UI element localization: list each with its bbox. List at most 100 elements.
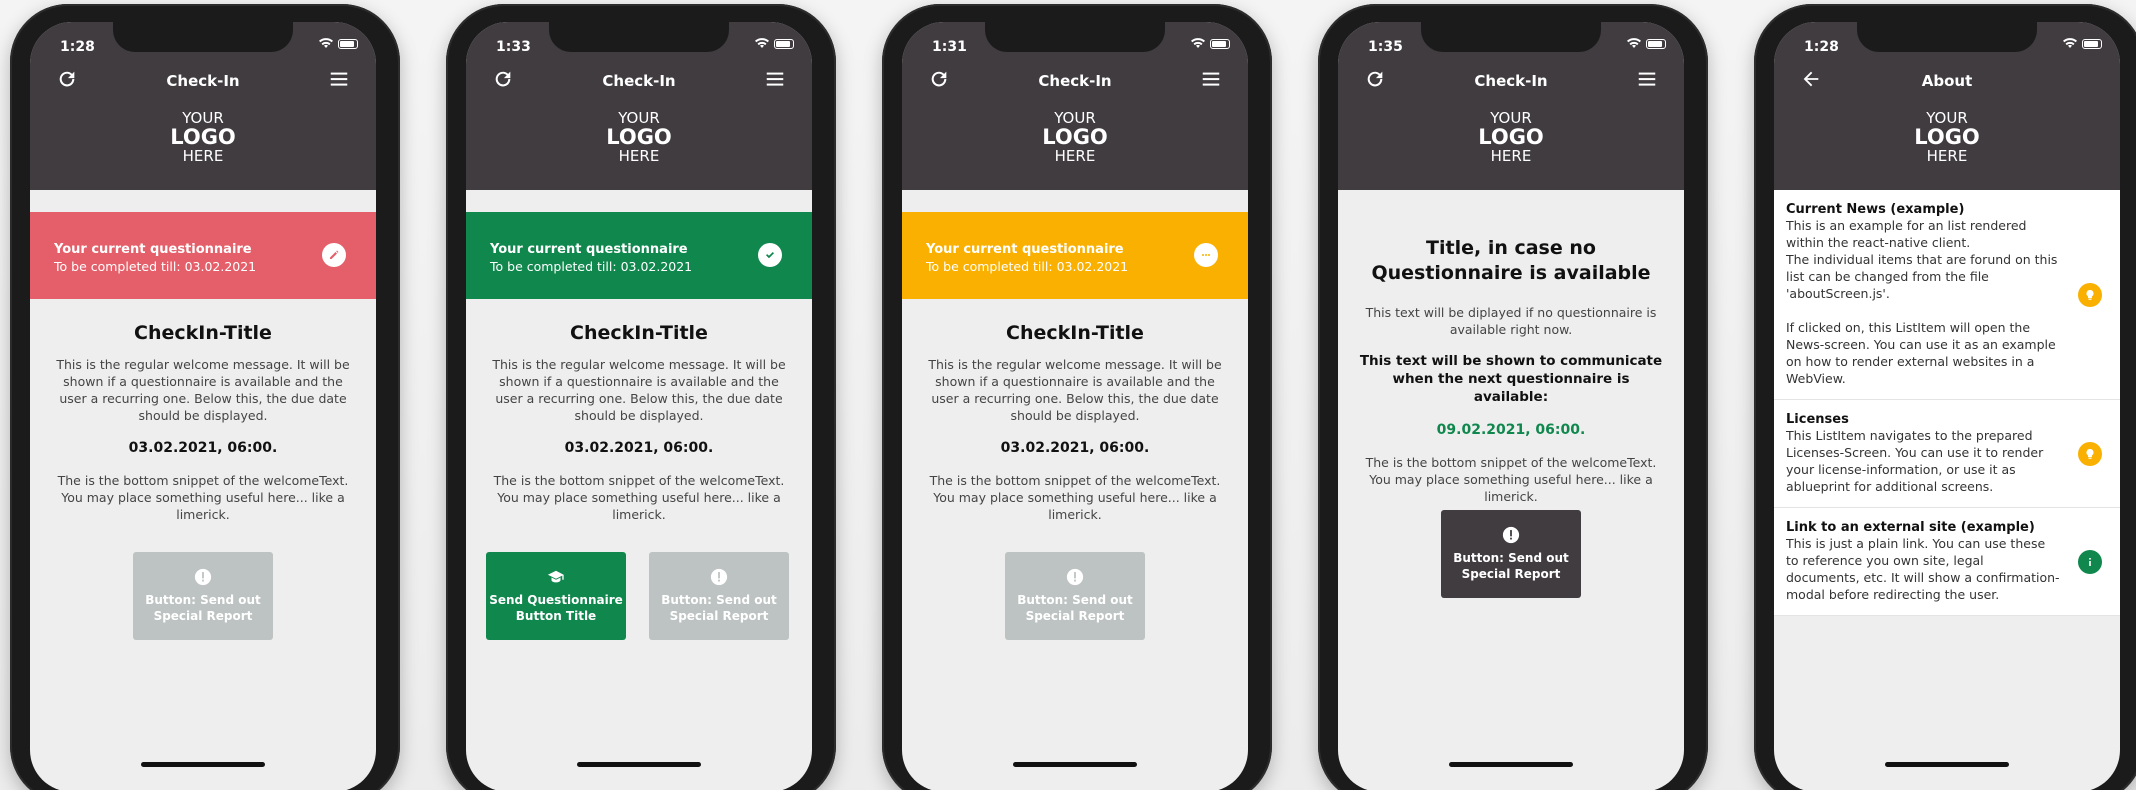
status-time: 1:28 xyxy=(60,39,95,55)
status-time: 1:35 xyxy=(1368,39,1403,55)
home-indicator xyxy=(577,762,701,767)
home-indicator xyxy=(141,762,265,767)
status-icons xyxy=(1190,38,1230,49)
bottom-text: The is the bottom snippet of the welcome… xyxy=(57,473,349,522)
screen: 1:31 Check-In YOUR LOGO HERE Your curren… xyxy=(902,22,1248,790)
list-item-title: Current News (example) xyxy=(1786,202,1965,217)
banner-due-date: 03.02.2021 xyxy=(1056,259,1129,274)
logo: YOUR LOGO HERE xyxy=(1774,111,2120,164)
alert-icon xyxy=(1502,526,1520,544)
screen-title: Check-In xyxy=(1038,72,1112,90)
bottom-text: The is the bottom snippet of the welcome… xyxy=(1365,455,1657,504)
send-questionnaire-button[interactable]: Send Questionnaire Button Title xyxy=(486,552,626,640)
list-item-text: This ListItem navigates to the prepared … xyxy=(1786,428,2044,494)
about-list: Current News (example) This is an exampl… xyxy=(1774,190,2120,616)
wifi-icon xyxy=(319,38,333,48)
wifi-icon xyxy=(2063,38,2077,48)
questionnaire-banner[interactable]: Your current questionnaire To be complet… xyxy=(30,212,376,299)
welcome-text: This is the regular welcome message. It … xyxy=(56,357,350,423)
screen: 1:33 Check-In YOUR LOGO HERE Your curren… xyxy=(466,22,812,790)
phone-4: 1:35 Check-In YOUR LOGO HERE Title, in c… xyxy=(1318,4,1708,790)
info-icon xyxy=(2078,549,2102,574)
screen-title: Check-In xyxy=(602,72,676,90)
due-date: 03.02.2021, 06:00. xyxy=(564,440,714,456)
banner-title: Your current questionnaire xyxy=(54,242,252,257)
next-questionnaire-date: 09.02.2021, 06:00. xyxy=(1436,422,1586,438)
phone-1: 1:28 Check-In YOUR LOGO HERE Your curren… xyxy=(10,4,400,790)
menu-icon[interactable] xyxy=(1200,68,1222,90)
next-questionnaire-text: This text will be shown to communicate w… xyxy=(1359,353,1663,405)
wifi-icon xyxy=(755,38,769,48)
list-item-text: This is an example for an list rendered … xyxy=(1786,218,2058,386)
notch xyxy=(1421,22,1601,52)
phone-5: 1:28 About YOUR LOGO HERE Current News (… xyxy=(1754,4,2136,790)
menu-icon[interactable] xyxy=(328,68,350,90)
notch xyxy=(113,22,293,52)
banner-due-label: To be completed till: xyxy=(54,259,181,274)
alert-icon xyxy=(194,568,212,586)
welcome-text: This is the regular welcome message. It … xyxy=(492,357,786,423)
logo-line-2: LOGO xyxy=(1914,125,1980,149)
list-item-text: This is just a plain link. You can use t… xyxy=(1786,536,2060,602)
status-icons xyxy=(1626,38,1666,49)
no-questionnaire-text: This text will be diplayed if no questio… xyxy=(1365,305,1657,337)
phone-3: 1:31 Check-In YOUR LOGO HERE Your curren… xyxy=(882,4,1272,790)
ellipsis-icon xyxy=(1194,243,1218,267)
special-report-button[interactable]: Button: Send out Special Report xyxy=(649,552,789,640)
screen: 1:28 Check-In YOUR LOGO HERE Your curren… xyxy=(30,22,376,790)
status-time: 1:28 xyxy=(1804,39,1839,55)
status-icons xyxy=(754,38,794,49)
notch xyxy=(549,22,729,52)
screen: 1:35 Check-In YOUR LOGO HERE Title, in c… xyxy=(1338,22,1684,790)
logo-line-2: LOGO xyxy=(170,125,236,149)
list-item-current-news[interactable]: Current News (example) This is an exampl… xyxy=(1774,190,2120,400)
questionnaire-banner[interactable]: Your current questionnaire To be complet… xyxy=(902,212,1248,299)
menu-icon[interactable] xyxy=(1636,68,1658,90)
welcome-text: This is the regular welcome message. It … xyxy=(928,357,1222,423)
logo-line-1: YOUR xyxy=(1926,109,1968,127)
battery-icon xyxy=(2082,38,2102,49)
notch xyxy=(1857,22,2037,52)
notch xyxy=(985,22,1165,52)
special-report-button[interactable]: Button: Send out Special Report xyxy=(1441,510,1581,598)
bottom-text: The is the bottom snippet of the welcome… xyxy=(493,473,785,522)
menu-icon[interactable] xyxy=(764,68,786,90)
special-report-label: Button: Send out Special Report xyxy=(145,593,261,623)
logo: YOUR LOGO HERE xyxy=(902,111,1248,164)
banner-subtitle: To be completed till: 03.02.2021 xyxy=(926,259,1128,274)
logo-line-3: HERE xyxy=(1490,147,1532,165)
logo-line-1: YOUR xyxy=(1490,109,1532,127)
logo-line-3: HERE xyxy=(1926,147,1968,165)
logo-line-2: LOGO xyxy=(1042,125,1108,149)
logo-line-2: LOGO xyxy=(606,125,672,149)
checkin-title: CheckIn-Title xyxy=(134,322,272,344)
special-report-button[interactable]: Button: Send out Special Report xyxy=(133,552,273,640)
no-questionnaire-content: Title, in case no Questionnaire is avail… xyxy=(1338,236,1684,505)
logo: YOUR LOGO HERE xyxy=(466,111,812,164)
status-icons xyxy=(2062,38,2102,49)
logo-line-2: LOGO xyxy=(1478,125,1544,149)
due-date: 03.02.2021, 06:00. xyxy=(128,440,278,456)
banner-title: Your current questionnaire xyxy=(490,242,688,257)
special-report-button[interactable]: Button: Send out Special Report xyxy=(1005,552,1145,640)
list-item-title: Licenses xyxy=(1786,412,1849,427)
questionnaire-banner[interactable]: Your current questionnaire To be complet… xyxy=(466,212,812,299)
battery-icon xyxy=(1646,38,1666,49)
send-questionnaire-label: Send Questionnaire Button Title xyxy=(489,593,623,623)
checkin-title: CheckIn-Title xyxy=(570,322,708,344)
status-time: 1:33 xyxy=(496,39,531,55)
list-item-licenses[interactable]: Licenses This ListItem navigates to the … xyxy=(1774,400,2120,508)
checkin-content: CheckIn-Title This is the regular welcom… xyxy=(902,322,1248,523)
logo: YOUR LOGO HERE xyxy=(30,111,376,164)
logo-line-1: YOUR xyxy=(182,109,224,127)
screen-title: About xyxy=(1921,72,1973,90)
banner-subtitle: To be completed till: 03.02.2021 xyxy=(54,259,256,274)
banner-due-date: 03.02.2021 xyxy=(184,259,257,274)
banner-subtitle: To be completed till: 03.02.2021 xyxy=(490,259,692,274)
list-item-external-link[interactable]: Link to an external site (example) This … xyxy=(1774,508,2120,616)
lightbulb-icon xyxy=(2078,282,2102,307)
banner-due-date: 03.02.2021 xyxy=(620,259,693,274)
status-icons xyxy=(318,38,358,49)
logo-line-3: HERE xyxy=(1054,147,1096,165)
status-time: 1:31 xyxy=(932,39,967,55)
